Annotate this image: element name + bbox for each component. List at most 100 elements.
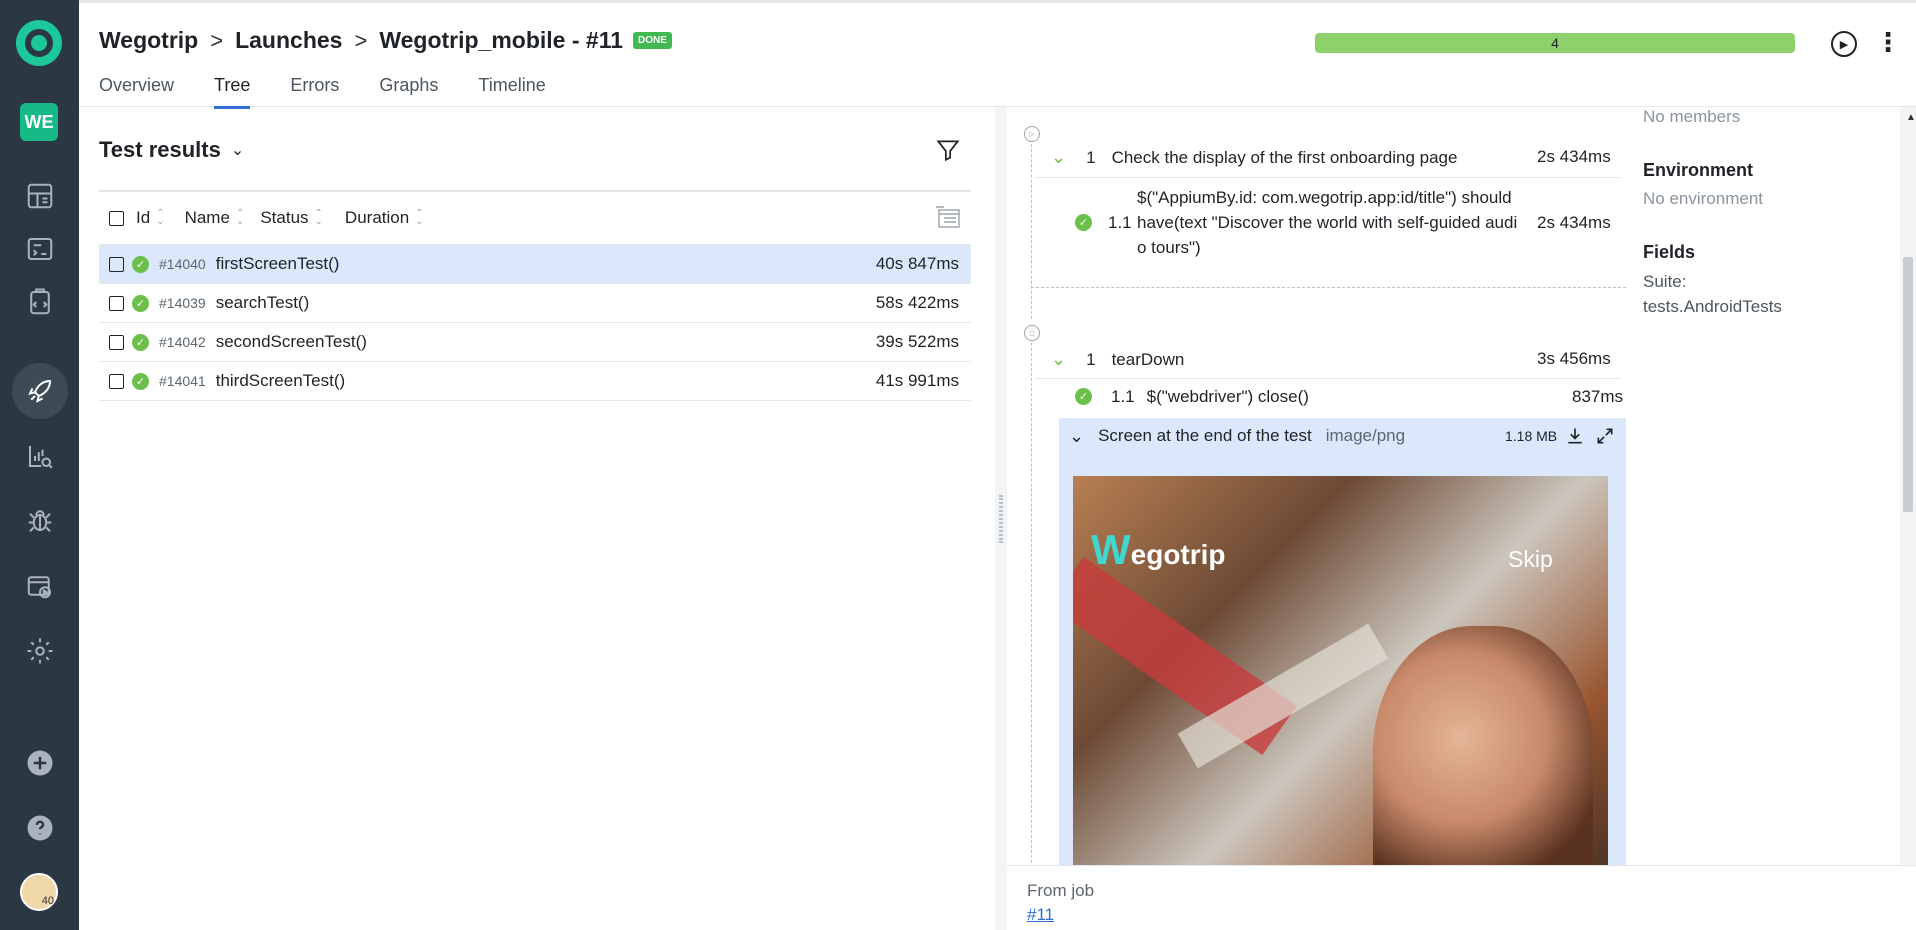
attachment-type: image/png bbox=[1325, 426, 1406, 445]
step-duration: 3s 456ms bbox=[1537, 349, 1611, 368]
skip-label: Skip bbox=[1508, 546, 1553, 572]
chevron-right-icon: > bbox=[354, 27, 368, 53]
testplans-icon[interactable] bbox=[12, 274, 68, 330]
substep-line: o tours") bbox=[1137, 238, 1201, 257]
test-results-title[interactable]: Test results ⌄ bbox=[99, 137, 244, 163]
rerun-play-icon[interactable]: ▶ bbox=[1831, 31, 1857, 57]
environment-value: No environment bbox=[1643, 189, 1764, 208]
from-job-label: From job bbox=[1027, 881, 1095, 900]
step-separator bbox=[1031, 287, 1626, 288]
test-name: secondScreenTest() bbox=[215, 332, 367, 351]
substep-duration: 2s 434ms bbox=[1537, 213, 1611, 232]
add-icon[interactable] bbox=[12, 735, 68, 791]
table-row[interactable]: ✓ #14040 firstScreenTest() 40s 847ms bbox=[99, 245, 971, 284]
person-photo bbox=[1373, 626, 1593, 865]
row-divider bbox=[1035, 177, 1620, 178]
substep-label: $("AppiumBy.id: com.wegotrip.app:id/titl… bbox=[1137, 185, 1532, 260]
passed-icon: ✓ bbox=[132, 294, 149, 312]
breadcrumb-launch: Wegotrip_mobile - #11 bbox=[379, 27, 624, 53]
scroll-up-icon[interactable]: ▲ bbox=[1906, 112, 1916, 123]
user-avatar[interactable]: 40 bbox=[20, 873, 58, 911]
filter-icon[interactable] bbox=[935, 137, 961, 163]
allure-logo[interactable] bbox=[16, 20, 62, 66]
passed-icon: ✓ bbox=[132, 333, 149, 351]
table-row[interactable]: ✓ #14039 searchTest() 58s 422ms bbox=[99, 284, 971, 323]
resize-handle[interactable] bbox=[999, 495, 1003, 543]
row-divider bbox=[1035, 378, 1620, 379]
column-status[interactable]: Status ⌃ ⌄ bbox=[260, 208, 323, 228]
status-badge: DONE bbox=[633, 32, 672, 49]
test-name: searchTest() bbox=[215, 293, 310, 312]
job-link[interactable]: #11 bbox=[1027, 905, 1054, 925]
table-row[interactable]: ✓ #14042 secondScreenTest() 39s 522ms bbox=[99, 323, 971, 362]
breadcrumb-project[interactable]: Wegotrip bbox=[99, 27, 198, 54]
tab-timeline[interactable]: Timeline bbox=[478, 75, 545, 109]
launch-progress-bar[interactable]: 4 bbox=[1315, 33, 1795, 53]
launches-icon[interactable] bbox=[12, 363, 68, 419]
dashboard-icon[interactable] bbox=[12, 168, 68, 224]
attachment-name: Screen at the end of the test bbox=[1098, 426, 1312, 445]
help-icon[interactable] bbox=[12, 800, 68, 856]
sort-icon: ⌃ ⌄ bbox=[235, 208, 245, 227]
test-name: thirdScreenTest() bbox=[215, 371, 346, 390]
row-checkbox[interactable] bbox=[109, 334, 124, 350]
settings-icon[interactable] bbox=[12, 623, 68, 679]
results-table: Id ⌃ ⌄ Name ⌃ ⌄ Status ⌃ ⌄ Duration ⌃ ⌄ ✓ #14040… bbox=[99, 190, 971, 401]
scrollbar[interactable] bbox=[1900, 107, 1916, 865]
step-label: Check the display of the first onboardin… bbox=[1111, 147, 1458, 167]
column-name[interactable]: Name ⌃ ⌄ bbox=[185, 208, 245, 228]
step-number: 1 bbox=[1086, 147, 1096, 167]
step-marker-icon: ◻ bbox=[1024, 325, 1040, 341]
test-name: firstScreenTest() bbox=[215, 254, 340, 273]
test-duration: 40s 847ms bbox=[875, 254, 959, 273]
step-connector bbox=[1031, 343, 1032, 865]
analytics-icon[interactable] bbox=[12, 428, 68, 484]
tab-bar: Overview Tree Errors Graphs Timeline bbox=[99, 75, 586, 109]
attachment-row[interactable]: ⌄ Screen at the end of the test image/pn… bbox=[1059, 418, 1626, 454]
breadcrumb: Wegotrip > Launches > Wegotrip_mobile - … bbox=[99, 27, 672, 54]
logo-mark: W bbox=[1091, 526, 1131, 573]
test-id: #14039 bbox=[159, 295, 206, 311]
column-id-label: Id bbox=[136, 208, 151, 227]
download-icon[interactable] bbox=[1565, 426, 1585, 446]
more-menu-icon[interactable]: ⋮ bbox=[1875, 29, 1901, 55]
breadcrumb-launches[interactable]: Launches bbox=[235, 27, 342, 54]
passed-icon: ✓ bbox=[1075, 214, 1092, 231]
defects-icon[interactable] bbox=[12, 492, 68, 548]
tab-overview[interactable]: Overview bbox=[99, 75, 174, 109]
members-value: No members bbox=[1643, 107, 1741, 126]
columns-settings-icon[interactable] bbox=[935, 206, 961, 230]
step-row[interactable]: ⌄ 1 Check the display of the first onboa… bbox=[1051, 147, 1457, 168]
expand-icon[interactable] bbox=[1595, 426, 1615, 446]
teardown-row[interactable]: ⌄ 1 tearDown bbox=[1051, 349, 1184, 370]
suite-value: tests.AndroidTests bbox=[1643, 297, 1782, 316]
sort-icon: ⌃ ⌄ bbox=[314, 208, 323, 227]
column-id[interactable]: Id ⌃ ⌄ bbox=[136, 208, 165, 228]
row-checkbox[interactable] bbox=[109, 373, 124, 389]
test-steps-panel: ▷ ⌄ 1 Check the display of the first onb… bbox=[1007, 107, 1632, 865]
tab-tree[interactable]: Tree bbox=[214, 75, 251, 109]
substep-row[interactable]: 1.1 $("webdriver") close() bbox=[1111, 387, 1309, 407]
table-row[interactable]: ✓ #14041 thirdScreenTest() 41s 991ms bbox=[99, 362, 971, 401]
column-duration[interactable]: Duration ⌃ ⌄ bbox=[345, 208, 424, 228]
tab-errors[interactable]: Errors bbox=[290, 75, 339, 109]
jobs-icon[interactable] bbox=[12, 558, 68, 614]
test-results-label: Test results bbox=[99, 137, 221, 162]
step-label: tearDown bbox=[1111, 349, 1185, 369]
row-checkbox[interactable] bbox=[109, 256, 124, 272]
substep-duration: 837ms bbox=[1572, 387, 1624, 406]
row-checkbox[interactable] bbox=[109, 295, 124, 311]
testcases-icon[interactable] bbox=[12, 221, 68, 277]
project-avatar[interactable]: WE bbox=[20, 103, 58, 141]
sort-icon: ⌃ ⌄ bbox=[156, 208, 165, 227]
select-all-checkbox[interactable] bbox=[109, 210, 124, 226]
chevron-down-icon: ⌄ bbox=[1051, 349, 1067, 369]
wegotrip-logo: Wegotrip bbox=[1091, 526, 1226, 574]
screenshot-image[interactable]: Wegotrip Skip bbox=[1073, 476, 1608, 865]
scrollbar-thumb[interactable] bbox=[1903, 257, 1913, 512]
suite-label: Suite: bbox=[1643, 272, 1687, 291]
tab-graphs[interactable]: Graphs bbox=[379, 75, 438, 109]
substep-line: $("AppiumBy.id: com.wegotrip.app:id/titl… bbox=[1137, 188, 1512, 207]
column-status-label: Status bbox=[260, 208, 309, 227]
fields-title: Fields bbox=[1643, 242, 1696, 262]
